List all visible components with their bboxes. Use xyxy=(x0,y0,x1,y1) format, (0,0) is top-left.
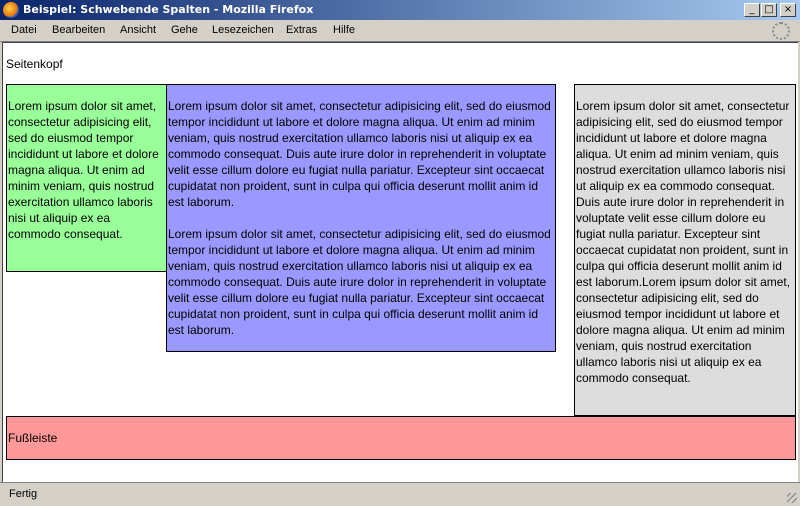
middle-paragraph-1: Lorem ipsum dolor sit amet, consectetur … xyxy=(168,99,551,209)
menu-datei[interactable]: Datei xyxy=(11,24,37,36)
status-bar: Fertig xyxy=(0,482,800,506)
resize-grip-icon[interactable] xyxy=(787,493,797,503)
window-title-bar[interactable]: Beispiel: Schwebende Spalten - Mozilla F… xyxy=(0,0,800,20)
throbber-icon xyxy=(772,22,790,40)
middle-paragraph-2: Lorem ipsum dolor sit amet, consectetur … xyxy=(168,227,551,337)
page-footer: Fußleiste xyxy=(6,416,796,460)
status-text: Fertig xyxy=(9,488,38,500)
middle-column: Lorem ipsum dolor sit amet, consectetur … xyxy=(166,84,556,352)
page-content[interactable]: Seitenkopf Lorem ipsum dolor sit amet, c… xyxy=(2,42,798,482)
menu-gehe[interactable]: Gehe xyxy=(171,24,198,36)
menu-bearbeiten[interactable]: Bearbeiten xyxy=(52,24,105,36)
menu-lesezeichen[interactable]: Lesezeichen xyxy=(212,24,274,36)
window-title: Beispiel: Schwebende Spalten - Mozilla F… xyxy=(23,3,314,16)
left-column: Lorem ipsum dolor sit amet, consectetur … xyxy=(6,84,167,272)
right-column: Lorem ipsum dolor sit amet, consectetur … xyxy=(574,84,796,416)
minimize-button[interactable]: _ xyxy=(744,3,760,17)
close-button[interactable]: × xyxy=(780,3,796,17)
page-header: Seitenkopf xyxy=(6,57,63,71)
left-column-text: Lorem ipsum dolor sit amet, consectetur … xyxy=(8,99,159,241)
firefox-logo-icon xyxy=(3,2,19,18)
maximize-button[interactable]: □ xyxy=(761,3,777,17)
menu-extras[interactable]: Extras xyxy=(286,24,317,36)
menu-hilfe[interactable]: Hilfe xyxy=(333,24,355,36)
menu-bar: Datei Bearbeiten Ansicht Gehe Lesezeiche… xyxy=(0,20,800,42)
menu-ansicht[interactable]: Ansicht xyxy=(120,24,156,36)
right-column-text: Lorem ipsum dolor sit amet, consectetur … xyxy=(576,99,791,385)
